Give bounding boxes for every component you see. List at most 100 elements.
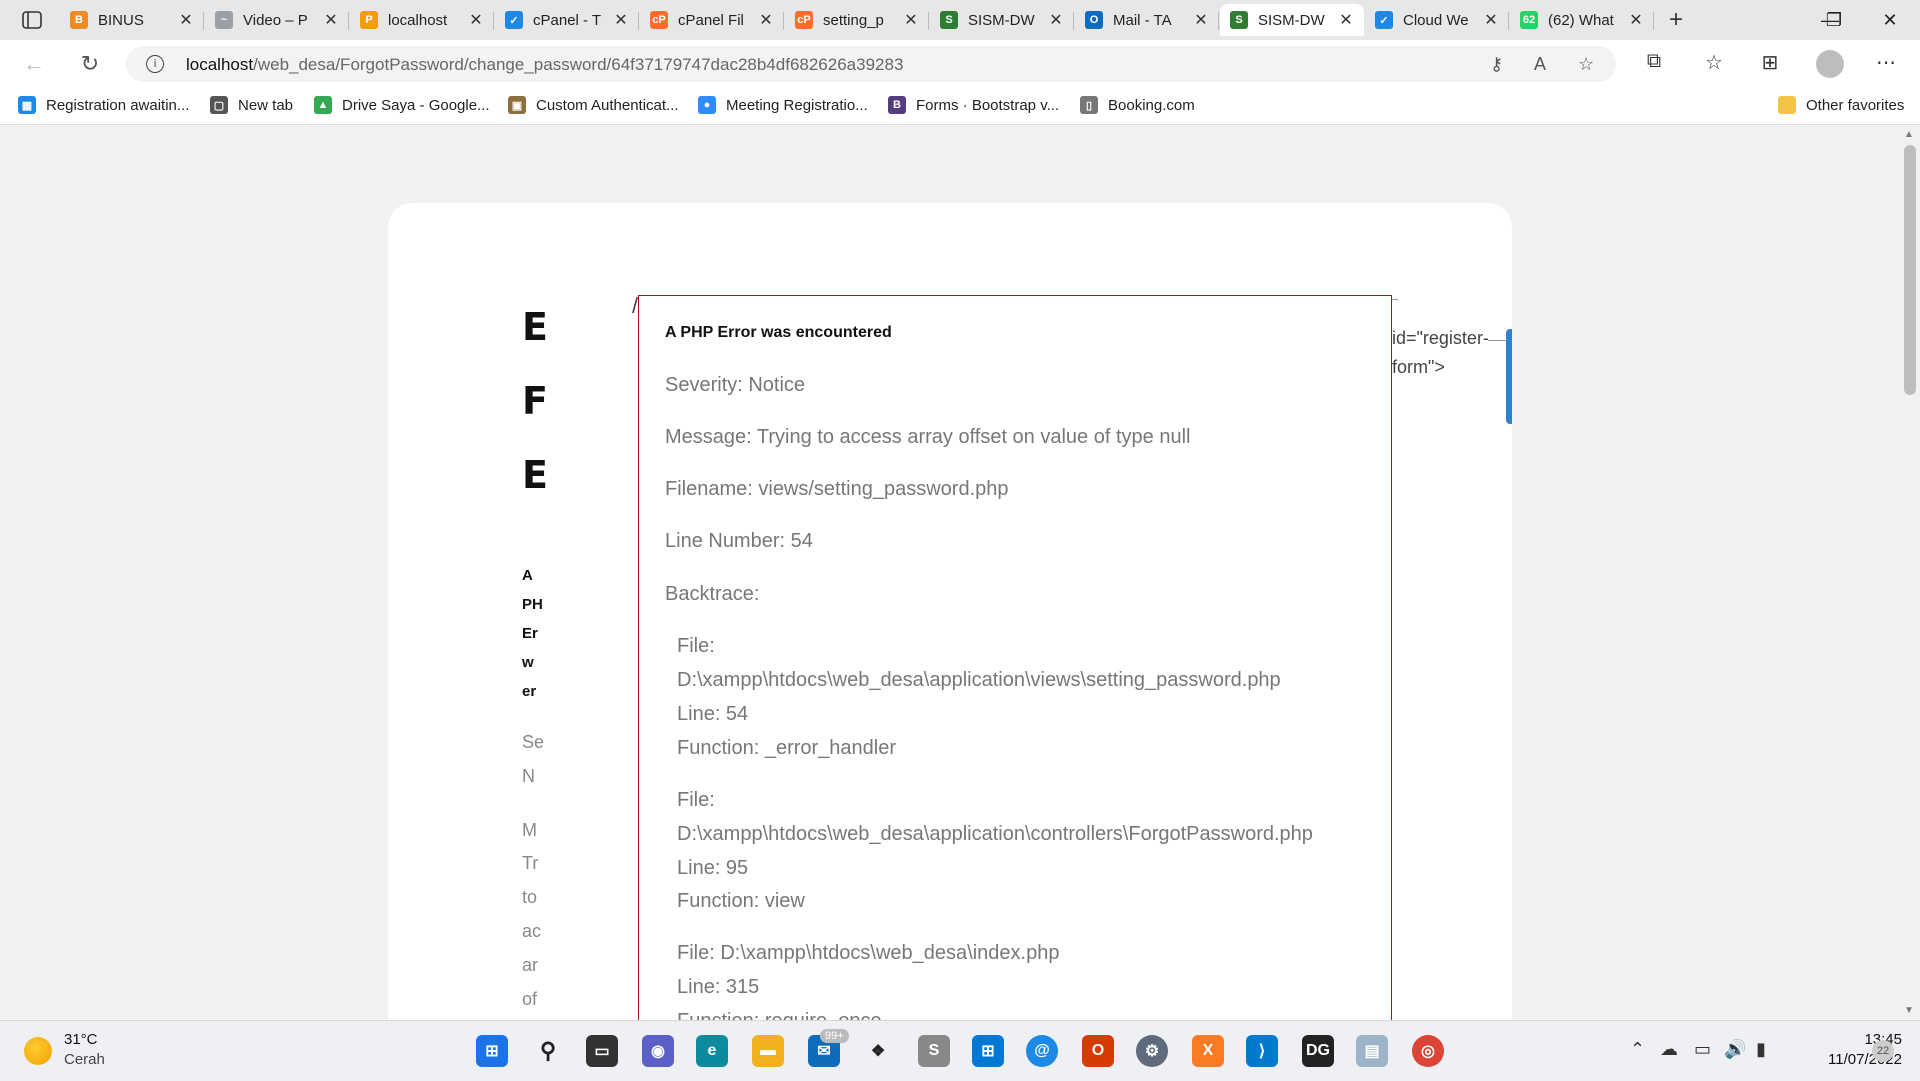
browser-tab[interactable]: ✓ Cloud We ✕ xyxy=(1365,4,1509,36)
task-view-icon[interactable]: ▭ xyxy=(586,1035,618,1067)
onedrive-icon[interactable]: ☁ xyxy=(1660,1039,1678,1060)
refresh-button[interactable]: ↻ xyxy=(76,50,104,78)
battery-icon[interactable]: ▮ xyxy=(1756,1039,1766,1060)
address-bar[interactable]: i localhost/web_desa/ForgotPassword/chan… xyxy=(126,46,1616,82)
backtrace-line: Line: 95 xyxy=(677,857,749,879)
error-text-fragment: ar xyxy=(522,955,539,975)
folder-icon xyxy=(1778,96,1796,114)
browser-tab[interactable]: cP cPanel Fil ✕ xyxy=(640,4,784,36)
favorite-link[interactable]: ▲ Drive Saya - Google... xyxy=(314,96,490,114)
show-hidden-icons[interactable]: ⌃ xyxy=(1630,1039,1645,1060)
xampp-icon[interactable]: X xyxy=(1192,1035,1224,1067)
chrome-icon[interactable]: ◎ xyxy=(1412,1035,1444,1067)
browser-tab[interactable]: O Mail - TA ✕ xyxy=(1075,4,1219,36)
favorite-link[interactable]: ▦ Registration awaitin... xyxy=(18,96,189,114)
app-icon[interactable]: @ xyxy=(1026,1035,1058,1067)
weather-description[interactable]: Cerah xyxy=(64,1051,105,1068)
notepad-icon[interactable]: ▤ xyxy=(1356,1035,1388,1067)
error-text-fragment: of xyxy=(522,989,538,1009)
profile-avatar[interactable] xyxy=(1816,50,1844,78)
stray-markup-text: id="register- xyxy=(1392,328,1489,348)
tab-actions-button[interactable] xyxy=(12,8,52,32)
collections-icon[interactable]: ⊞ xyxy=(1756,50,1784,75)
tab-close-icon[interactable]: ✕ xyxy=(468,10,484,30)
vscode-icon[interactable]: ⟩ xyxy=(1246,1035,1278,1067)
tab-favicon-icon: ✓ xyxy=(1375,11,1393,29)
search-icon[interactable]: ⚲ xyxy=(532,1035,564,1067)
favorite-favicon-icon: ● xyxy=(698,96,716,114)
settings-icon[interactable]: ⚙ xyxy=(1136,1035,1168,1067)
favorite-link[interactable]: ▣ Custom Authenticat... xyxy=(508,96,679,114)
volume-icon[interactable]: 🔊 xyxy=(1724,1039,1746,1060)
office-icon[interactable]: O xyxy=(1082,1035,1114,1067)
backtrace-line: Line: 315 xyxy=(677,976,760,998)
tab-close-icon[interactable]: ✕ xyxy=(178,10,194,30)
browser-tab[interactable]: Plocalhost ✕ xyxy=(350,4,494,36)
tab-label: Cloud We xyxy=(1403,11,1469,29)
url-text[interactable]: localhost/web_desa/ForgotPassword/change… xyxy=(186,55,903,75)
favorite-link[interactable]: B Forms · Bootstrap v... xyxy=(888,96,1059,114)
tab-close-icon[interactable]: ✕ xyxy=(1628,10,1644,30)
tab-close-icon[interactable]: ✕ xyxy=(758,10,774,30)
browser-tab[interactable]: cP setting_p ✕ xyxy=(785,4,929,36)
sublime-icon[interactable]: S xyxy=(918,1035,950,1067)
edge-icon[interactable]: e xyxy=(696,1035,728,1067)
tab-label: Video – P xyxy=(243,11,308,29)
weather-icon[interactable] xyxy=(24,1037,52,1065)
window-close-button[interactable]: ✕ xyxy=(1860,0,1920,40)
favorite-favicon-icon: B xyxy=(888,96,906,114)
browser-tab[interactable]: ~ Video – P ✕ xyxy=(205,4,349,36)
tab-close-icon[interactable]: ✕ xyxy=(1483,10,1499,30)
windows-store-icon[interactable]: ⊞ xyxy=(972,1035,1004,1067)
datagrip-icon[interactable]: DG xyxy=(1302,1035,1334,1067)
error-text-fragment: ac xyxy=(522,921,542,941)
notifications-badge[interactable]: 22 xyxy=(1872,1040,1894,1062)
mail-badge: 99+ xyxy=(820,1029,849,1043)
tab-close-icon[interactable]: ✕ xyxy=(613,10,629,30)
browser-tab[interactable]: S SISM-DW ✕ xyxy=(930,4,1074,36)
browser-tab[interactable]: B BINUS ✕ xyxy=(60,4,204,36)
key-icon[interactable]: ⚷ xyxy=(1490,54,1503,75)
network-icon[interactable]: ▭ xyxy=(1694,1039,1711,1060)
tab-close-icon[interactable]: ✕ xyxy=(323,10,339,30)
file-explorer-icon[interactable]: ▬ xyxy=(752,1035,784,1067)
tab-close-icon[interactable]: ✕ xyxy=(903,10,919,30)
tab-strip: B BINUS ✕ ~ Video – P ✕ Plocalhost ✕ ✓ cPanel - T… xyxy=(0,0,1920,40)
tab-close-icon[interactable]: ✕ xyxy=(1193,10,1209,30)
tab-close-icon[interactable]: ✕ xyxy=(1338,10,1354,30)
favorites-icon[interactable]: ☆ xyxy=(1700,50,1728,75)
tab-label: SISM-DW xyxy=(1258,11,1325,29)
restore-button[interactable]: ❐ xyxy=(1804,0,1864,40)
read-aloud-icon[interactable]: A xyxy=(1534,54,1546,75)
tab-favicon-icon: cP xyxy=(650,11,668,29)
tab-favicon-icon: B xyxy=(70,11,88,29)
favorite-label: Registration awaitin... xyxy=(46,96,190,114)
favorite-link[interactable]: ● Meeting Registratio... xyxy=(698,96,868,114)
scroll-down-arrow[interactable]: ▼ xyxy=(1904,1005,1914,1016)
weather-temperature[interactable]: 31°C xyxy=(64,1031,98,1048)
favorite-link[interactable]: ▯ Booking.com xyxy=(1080,96,1195,114)
start-icon[interactable]: ⊞ xyxy=(476,1035,508,1067)
tab-favicon-icon: S xyxy=(1230,11,1248,29)
page-scrollbar[interactable]: ▲ ▼ xyxy=(1900,125,1920,1020)
new-tab-button[interactable]: + xyxy=(1660,6,1692,34)
error-text-fragment: M xyxy=(522,820,537,840)
extensions-icon[interactable]: ⧉ xyxy=(1640,50,1668,73)
browser-tab[interactable]: ✓ cPanel - T ✕ xyxy=(495,4,639,36)
tab-close-icon[interactable]: ✕ xyxy=(1048,10,1064,30)
dropbox-icon[interactable]: ❖ xyxy=(862,1035,894,1067)
add-favorite-icon[interactable]: ☆ xyxy=(1578,54,1594,75)
browser-tab[interactable]: 62 (62) What ✕ xyxy=(1510,4,1654,36)
chat-icon[interactable]: ◉ xyxy=(642,1035,674,1067)
back-button[interactable]: ← xyxy=(20,50,48,78)
more-menu-icon[interactable]: ⋯ xyxy=(1872,50,1900,75)
browser-tab[interactable]: S SISM-DW ✕ xyxy=(1220,4,1364,36)
page-viewport: E F E A PH Er w er Se N M Tr to ac ar of… xyxy=(0,125,1900,1020)
php-error-box: A PHP Error was encountered Severity: No… xyxy=(638,295,1392,1020)
scroll-thumb[interactable] xyxy=(1904,145,1916,395)
taskbar: 31°C Cerah ⊞ ⚲ ▭ ◉ e ▬ ✉ 99+ ❖ S ⊞ @ O ⚙… xyxy=(0,1020,1920,1081)
favorite-link[interactable]: ▢ New tab xyxy=(210,96,293,114)
scroll-up-arrow[interactable]: ▲ xyxy=(1904,129,1914,140)
other-favorites-folder[interactable]: Other favorites xyxy=(1778,96,1904,114)
site-info-icon[interactable]: i xyxy=(146,55,164,73)
